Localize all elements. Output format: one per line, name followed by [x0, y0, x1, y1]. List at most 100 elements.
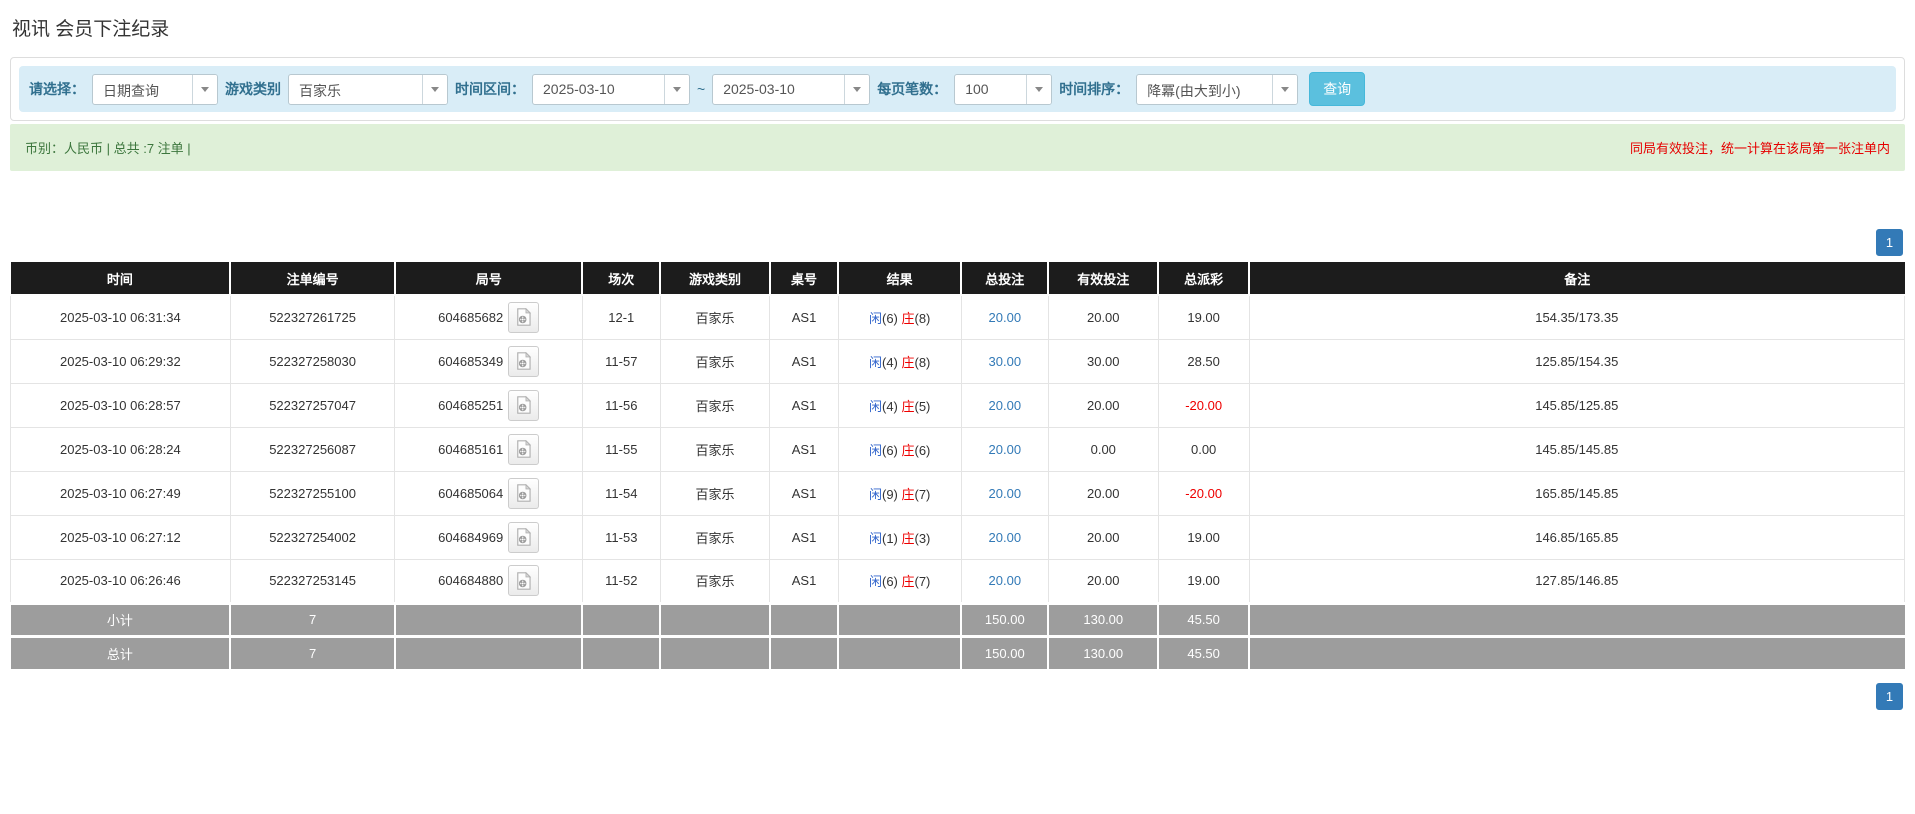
cell-total-bet-link[interactable]: 20.00: [960, 426, 1049, 472]
date-from-select[interactable]: 2025-03-10: [532, 73, 690, 105]
sort-label: 时间排序：: [1059, 81, 1130, 97]
summary-empty-cell: [582, 634, 662, 669]
pagination-top: 1: [10, 229, 1905, 256]
column-header: 桌号: [769, 262, 840, 296]
video-record-icon: [517, 352, 532, 370]
page-size-select[interactable]: 100: [954, 73, 1053, 105]
filter-bar: 请选择： 日期查询 游戏类别 百家乐 时间区间： 2025-03-10 ~ 20…: [19, 66, 1896, 112]
result-player-label: 闲: [868, 310, 882, 326]
cell-remark: 145.85/145.85: [1248, 426, 1906, 472]
round-number-wrap: 604685682: [438, 301, 540, 333]
video-record-icon: [517, 396, 532, 414]
result-banker-label: 庄: [901, 354, 915, 370]
cell-table-no: AS1: [769, 558, 839, 604]
cell-session: 11-57: [581, 338, 661, 384]
video-button[interactable]: [508, 521, 540, 553]
round-number: 604685251: [438, 397, 504, 413]
result-banker-score: (6): [914, 442, 931, 458]
result-banker-score: (8): [914, 310, 931, 326]
info-bar: 币别：人民币 | 总共 :7 注单 | 同局有效投注，统一计算在该局第一张注单内: [10, 124, 1905, 171]
table-row: 2025-03-10 06:27:12 522327254002 604684969…: [10, 514, 1906, 560]
cell-result: 闲(4) 庄(8): [837, 338, 962, 384]
summary-empty-cell: [769, 601, 840, 636]
page-1-button[interactable]: 1: [1876, 229, 1903, 256]
video-record-icon: [517, 484, 532, 502]
result-banker-label: 庄: [901, 398, 915, 414]
round-number-wrap: 604685161: [438, 433, 540, 465]
select-label: 请选择：: [29, 81, 85, 97]
cell-bet-id: 522327257047: [229, 382, 396, 428]
result-banker-label: 庄: [901, 442, 915, 458]
cell-total-bet-link[interactable]: 30.00: [960, 338, 1049, 384]
round-number: 604685682: [438, 309, 504, 325]
summary-valid-bet: 130.00: [1048, 634, 1160, 669]
result-player-label: 闲: [868, 574, 882, 589]
chevron-down-icon: [422, 74, 447, 104]
cell-session: 11-56: [581, 382, 661, 428]
column-header: 有效投注: [1048, 262, 1160, 296]
cell-payout: -20.00: [1157, 382, 1250, 428]
result-player-score: (4): [881, 354, 902, 370]
summary-total-bet: 150.00: [961, 601, 1050, 636]
cell-bet-id: 522327253145: [229, 558, 396, 604]
video-button[interactable]: [508, 433, 540, 465]
column-header: 游戏类别: [660, 262, 771, 296]
sort-select[interactable]: 降冪(由大到小): [1136, 73, 1299, 105]
video-button[interactable]: [508, 301, 540, 333]
cell-game-type: 百家乐: [659, 558, 771, 604]
cell-payout: 19.00: [1157, 294, 1250, 340]
result-player-score: (4): [881, 398, 902, 414]
cell-round: 604685349: [394, 338, 583, 384]
column-header: 总派彩: [1158, 262, 1251, 296]
round-number-wrap: 604685064: [438, 477, 540, 509]
cell-total-bet-link[interactable]: 20.00: [960, 382, 1049, 428]
result-banker-score: (8): [914, 354, 931, 370]
column-header: 时间: [10, 262, 232, 296]
round-number-wrap: 604684880: [438, 565, 540, 596]
cell-round: 604684880: [394, 558, 583, 604]
result-player-score: (6): [881, 574, 902, 589]
result-player-label: 闲: [868, 530, 882, 546]
query-type-select[interactable]: 日期查询: [92, 73, 218, 105]
video-record-icon: [517, 571, 532, 590]
cell-total-bet-link[interactable]: 20.00: [960, 294, 1049, 340]
cell-valid-bet: 30.00: [1047, 338, 1159, 384]
summary-empty-cell: [838, 601, 963, 636]
summary-total-bet: 150.00: [961, 634, 1050, 669]
result-banker-score: (7): [914, 486, 931, 502]
cell-table-no: AS1: [769, 294, 839, 340]
cell-bet-id: 522327255100: [229, 470, 396, 516]
cell-total-bet-link[interactable]: 20.00: [960, 470, 1049, 516]
date-to-value: 2025-03-10: [723, 80, 795, 97]
chevron-down-icon: [1026, 74, 1052, 104]
cell-total-bet-link[interactable]: 20.00: [960, 514, 1049, 560]
cell-payout: 0.00: [1157, 426, 1250, 472]
cell-bet-id: 522327258030: [229, 338, 396, 384]
cell-remark: 154.35/173.35: [1248, 294, 1906, 340]
page-1-button[interactable]: 1: [1876, 683, 1903, 710]
search-button[interactable]: 查询: [1309, 72, 1366, 106]
cell-time: 2025-03-10 06:31:34: [10, 294, 231, 340]
result-player-label: 闲: [868, 354, 882, 370]
date-to-select[interactable]: 2025-03-10: [712, 73, 871, 105]
table-row: 2025-03-10 06:27:49 522327255100 604685064…: [10, 470, 1906, 516]
cell-bet-id: 522327254002: [229, 514, 396, 560]
cell-payout: 28.50: [1157, 338, 1250, 384]
cell-result: 闲(6) 庄(7): [837, 558, 962, 604]
video-record-icon: [517, 528, 532, 546]
cell-round: 604685064: [394, 470, 583, 516]
table-row: 2025-03-10 06:26:46 522327253145 604684880…: [10, 558, 1906, 604]
video-button[interactable]: [508, 345, 540, 377]
video-button[interactable]: [508, 565, 540, 596]
table-row: 2025-03-10 06:28:57 522327257047 604685251…: [10, 382, 1906, 428]
result-player-score: (6): [881, 442, 902, 458]
game-type-value: 百家乐: [299, 82, 341, 99]
cell-time: 2025-03-10 06:28:57: [10, 382, 231, 428]
video-button[interactable]: [508, 477, 540, 509]
game-type-select[interactable]: 百家乐: [288, 73, 448, 105]
round-number-wrap: 604684969: [438, 521, 540, 553]
round-number: 604685349: [438, 353, 504, 369]
page-size-value: 100: [965, 80, 989, 97]
video-button[interactable]: [508, 389, 540, 421]
cell-total-bet-link[interactable]: 20.00: [960, 558, 1049, 604]
